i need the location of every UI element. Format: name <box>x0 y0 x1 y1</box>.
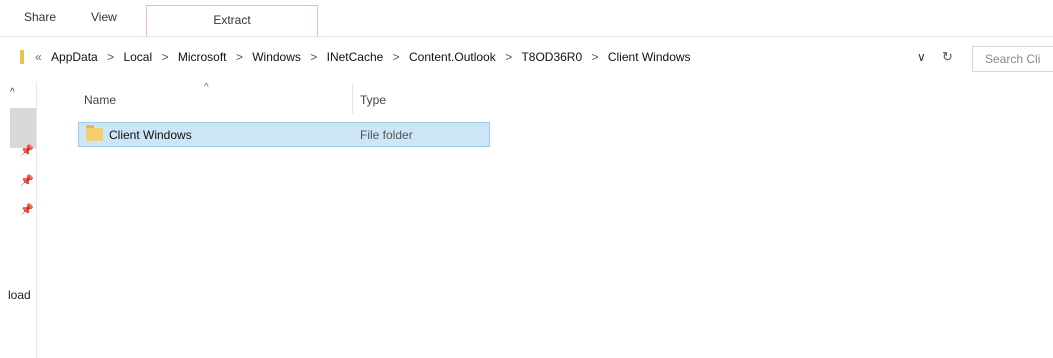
tab-view[interactable]: View <box>91 10 117 24</box>
pin-icon: 📌 <box>20 204 34 216</box>
breadcrumb-separator-icon[interactable]: > <box>161 50 168 64</box>
breadcrumb-local[interactable]: Local <box>123 50 152 64</box>
tab-extract[interactable]: Extract <box>146 5 318 36</box>
breadcrumb-separator-icon[interactable]: > <box>107 50 114 64</box>
breadcrumb-t8od36r0[interactable]: T8OD36R0 <box>521 50 582 64</box>
breadcrumb-content-outlook[interactable]: Content.Outlook <box>409 50 496 64</box>
column-divider[interactable] <box>352 84 353 114</box>
nav-selected-item[interactable] <box>10 108 36 148</box>
pin-icon: 📌 <box>20 145 34 157</box>
breadcrumb-separator-icon[interactable]: > <box>505 50 512 64</box>
scroll-up-icon[interactable]: ^ <box>10 87 15 98</box>
breadcrumb-separator-icon[interactable]: > <box>310 50 317 64</box>
ribbon-divider <box>0 36 1053 37</box>
ribbon: Share View Extract <box>0 0 1053 36</box>
breadcrumb-separator-icon[interactable]: > <box>591 50 598 64</box>
tab-share[interactable]: Share <box>24 10 56 24</box>
row-type: File folder <box>360 128 413 142</box>
nav-item-downloads[interactable]: load <box>8 288 31 302</box>
table-row[interactable]: Client Windows File folder <box>78 122 490 147</box>
address-bar: « AppData > Local > Microsoft > Windows … <box>0 42 1053 74</box>
breadcrumb-client-windows[interactable]: Client Windows <box>608 50 691 64</box>
folder-icon <box>86 125 103 141</box>
overflow-chevron-icon[interactable]: « <box>35 50 42 64</box>
breadcrumb-windows[interactable]: Windows <box>252 50 301 64</box>
refresh-icon[interactable]: ↻ <box>942 49 953 65</box>
breadcrumb[interactable]: « AppData > Local > Microsoft > Windows … <box>10 42 970 74</box>
sort-ascending-icon: ^ <box>204 82 209 93</box>
navigation-pane: ^ 📌 📌 📌 load <box>0 82 37 358</box>
breadcrumb-separator-icon[interactable]: > <box>393 50 400 64</box>
address-dropdown-icon[interactable]: ∨ <box>917 50 926 64</box>
breadcrumb-inetcache[interactable]: INetCache <box>327 50 384 64</box>
breadcrumb-microsoft[interactable]: Microsoft <box>178 50 227 64</box>
column-header-type[interactable]: Type <box>360 93 386 107</box>
search-placeholder: Search Cli <box>985 52 1041 66</box>
column-header-name[interactable]: Name <box>84 93 116 107</box>
breadcrumb-separator-icon[interactable]: > <box>236 50 243 64</box>
pin-icon: 📌 <box>20 175 34 187</box>
row-name: Client Windows <box>109 128 192 142</box>
search-box[interactable]: Search Cli <box>972 46 1053 72</box>
breadcrumb-appdata[interactable]: AppData <box>51 50 98 64</box>
folder-icon <box>20 50 24 64</box>
